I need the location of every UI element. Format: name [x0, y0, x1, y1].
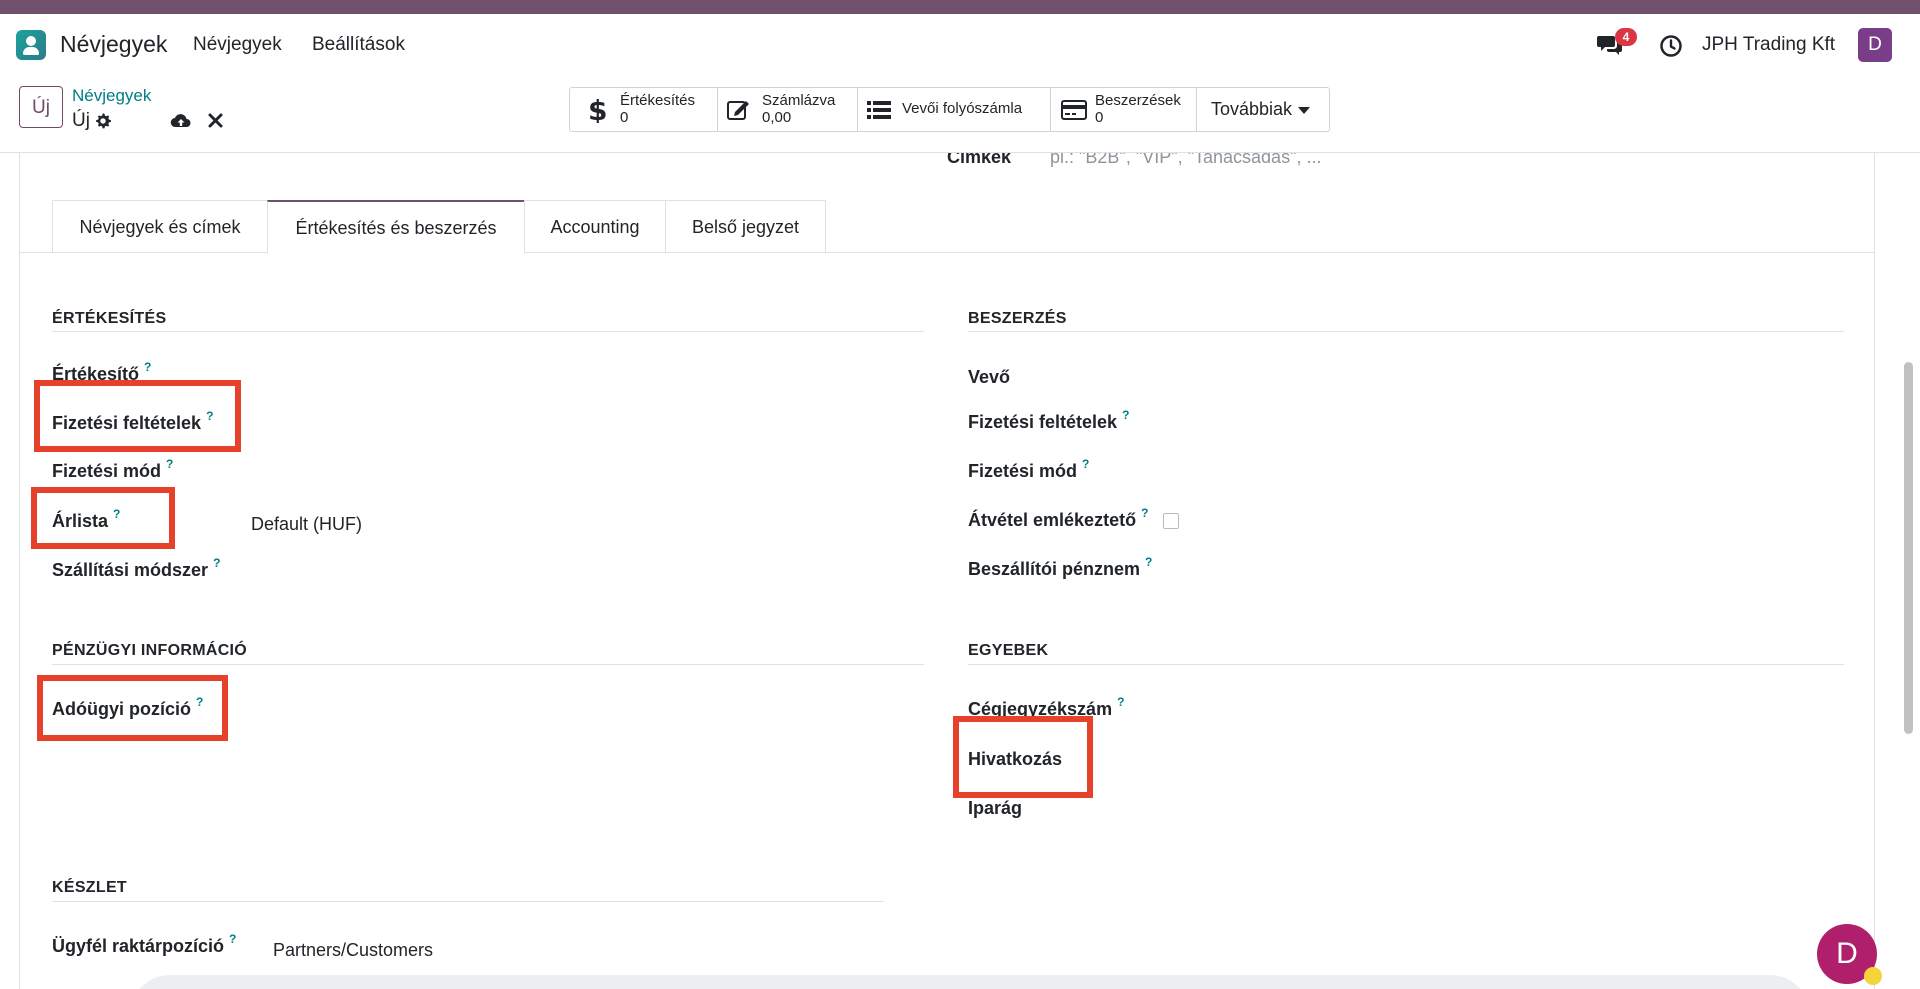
status-indicator-dot — [1864, 967, 1882, 985]
tab-internal-notes[interactable]: Belső jegyzet — [665, 200, 826, 252]
help-tooltip-icon[interactable]: ? — [1082, 457, 1089, 471]
new-record-button[interactable]: Új — [19, 86, 63, 128]
smart-button-label: Számlázva — [762, 92, 836, 109]
section-title-misc: EGYEBEK — [968, 642, 1049, 659]
edit-icon — [727, 101, 749, 120]
contacts-app-icon[interactable] — [16, 30, 46, 60]
smart-button-label: Beszerzések — [1095, 92, 1181, 109]
section-title-purchase: BESZERZÉS — [968, 310, 1067, 327]
section-divider — [968, 331, 1844, 332]
credit-card-icon — [1061, 100, 1087, 120]
close-icon[interactable] — [207, 112, 224, 129]
form-view: Címkék pl.: "B2B", "VIP", "Tanácsadás", … — [0, 153, 1920, 989]
section-divider — [52, 664, 924, 665]
top-brand-strip — [0, 0, 1920, 14]
dollar-icon: $ — [588, 97, 607, 123]
tags-input[interactable]: pl.: "B2B", "VIP", "Tanácsadás", ... — [1050, 153, 1321, 168]
help-tooltip-icon[interactable]: ? — [144, 360, 151, 374]
smart-button-label: Vevői folyószámla — [902, 100, 1023, 117]
gear-icon[interactable] — [94, 112, 112, 130]
tab-sales-purchase[interactable]: Értékesítés és beszerzés — [267, 200, 525, 253]
help-tooltip-icon[interactable]: ? — [166, 457, 173, 471]
tab-contacts-addresses[interactable]: Névjegyek és címek — [52, 200, 268, 252]
field-label-purchase-payment-method: Fizetési mód? — [968, 457, 1090, 481]
field-label-receipt-reminder: Átvétel emlékeztető? — [968, 506, 1149, 530]
tab-accounting[interactable]: Accounting — [524, 200, 666, 252]
menu-item-contacts[interactable]: Névjegyek — [193, 34, 282, 56]
list-icon — [867, 101, 891, 119]
help-tooltip-icon[interactable]: ? — [213, 556, 220, 570]
help-tooltip-icon[interactable]: ? — [1141, 506, 1148, 520]
clock-icon[interactable] — [1659, 34, 1683, 58]
section-divider — [968, 664, 1844, 665]
message-count-badge: 4 — [1615, 28, 1637, 46]
smart-button-value: 0,00 — [762, 109, 792, 126]
help-tooltip-icon[interactable]: ? — [229, 932, 236, 946]
smart-button-value: 0 — [1095, 109, 1104, 126]
section-title-sales: ÉRTÉKESÍTÉS — [52, 310, 167, 327]
highlight-box-pricelist — [31, 487, 175, 549]
smart-button-sales[interactable]: $ Értékesítés 0 — [570, 88, 718, 131]
highlight-box-payment-terms — [34, 380, 241, 452]
smart-button-value: 0 — [620, 109, 629, 126]
help-tooltip-icon[interactable]: ? — [1122, 408, 1129, 422]
menu-item-settings[interactable]: Beállítások — [312, 34, 405, 56]
cloud-upload-icon[interactable] — [170, 110, 192, 132]
caret-down-icon — [1298, 106, 1311, 114]
chatter-panel — [130, 975, 1810, 989]
smart-button-purchases[interactable]: Beszerzések 0 — [1051, 88, 1197, 131]
customer-location-field[interactable]: Partners/Customers — [273, 940, 433, 961]
form-sheet — [19, 153, 1875, 989]
receipt-reminder-checkbox[interactable] — [1163, 513, 1179, 529]
field-label-buyer: Vevő — [968, 367, 1011, 387]
help-tooltip-icon[interactable]: ? — [1117, 695, 1124, 709]
more-dropdown-button[interactable]: Továbbiak — [1197, 88, 1329, 131]
smart-button-invoiced[interactable]: Számlázva 0,00 — [718, 88, 858, 131]
section-title-fiscal: PÉNZÜGYI INFORMÁCIÓ — [52, 642, 248, 659]
breadcrumb-current: Új — [72, 110, 90, 131]
field-label-customer-location: Ügyfél raktárpozíció? — [52, 932, 237, 956]
smart-button-label: Értékesítés — [620, 92, 696, 109]
control-panel: Új Névjegyek Új $ Értékesítés 0 Számlázv… — [0, 76, 1920, 153]
notebook-tabs: Névjegyek és címek Értékesítés és beszer… — [19, 200, 1875, 253]
field-label-payment-method: Fizetési mód? — [52, 457, 174, 481]
smart-buttons: $ Értékesítés 0 Számlázva 0,00 Vevői fol… — [569, 87, 1330, 132]
smart-button-customer-ledger[interactable]: Vevői folyószámla — [858, 88, 1051, 131]
section-title-inventory: KÉSZLET — [52, 879, 127, 896]
field-label-industry: Iparág — [968, 798, 1023, 818]
scrollbar-thumb[interactable] — [1904, 362, 1913, 734]
pricelist-field[interactable]: Default (HUF) — [251, 514, 362, 535]
help-tooltip-icon[interactable]: ? — [1145, 555, 1152, 569]
tags-label: Címkék — [947, 153, 1012, 167]
breadcrumb-parent-link[interactable]: Névjegyek — [72, 86, 151, 106]
more-dropdown-label: Továbbiak — [1211, 99, 1311, 120]
highlight-box-reference — [953, 716, 1093, 798]
svg-text:$: $ — [588, 97, 607, 123]
field-label-delivery-method: Szállítási módszer? — [52, 556, 221, 580]
user-avatar[interactable]: D — [1858, 28, 1892, 62]
highlight-box-fiscal-position — [37, 675, 228, 741]
main-navbar: Névjegyek Névjegyek Beállítások 4 JPH Tr… — [0, 14, 1920, 76]
field-label-supplier-currency: Beszállítói pénznem? — [968, 555, 1153, 579]
app-name[interactable]: Névjegyek — [60, 31, 167, 58]
section-divider — [52, 331, 924, 332]
company-switcher[interactable]: JPH Trading Kft — [1702, 34, 1835, 56]
field-label-purchase-payment-terms: Fizetési feltételek? — [968, 408, 1130, 432]
section-divider — [52, 901, 884, 902]
